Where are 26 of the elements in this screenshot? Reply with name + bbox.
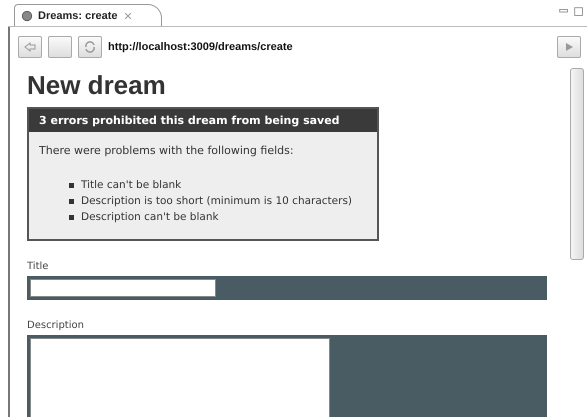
stop-button[interactable] [48, 36, 72, 58]
go-button[interactable] [557, 36, 581, 58]
scroll-thumb[interactable] [570, 68, 584, 260]
back-arrow-icon [23, 40, 37, 54]
bullet-icon [69, 182, 74, 188]
error-title: 3 errors prohibited this dream from being saved [29, 109, 377, 132]
error-message: Title can't be blank [81, 178, 182, 193]
url-text[interactable]: http://localhost:3009/dreams/create [108, 41, 551, 53]
globe-icon [21, 10, 33, 22]
error-intro: There were problems with the following fields: [39, 144, 295, 157]
title-field[interactable] [30, 279, 216, 297]
description-field[interactable] [30, 338, 330, 417]
back-button[interactable] [18, 36, 42, 58]
maximize-icon [573, 6, 585, 18]
bullet-icon [69, 198, 74, 204]
refresh-icon [83, 40, 97, 54]
refresh-button[interactable] [78, 36, 102, 58]
tab-title: Dreams: create [38, 10, 118, 22]
browser-tab[interactable]: Dreams: create [14, 4, 162, 26]
error-message: Description is too short (minimum is 10 characters) [81, 194, 352, 209]
bullet-icon [69, 214, 74, 220]
close-icon [122, 10, 132, 20]
page-heading: New dream [27, 70, 167, 101]
field-label: Title [27, 261, 50, 272]
error-message: Description can't be blank [81, 210, 219, 225]
field-label: Description [27, 320, 85, 331]
